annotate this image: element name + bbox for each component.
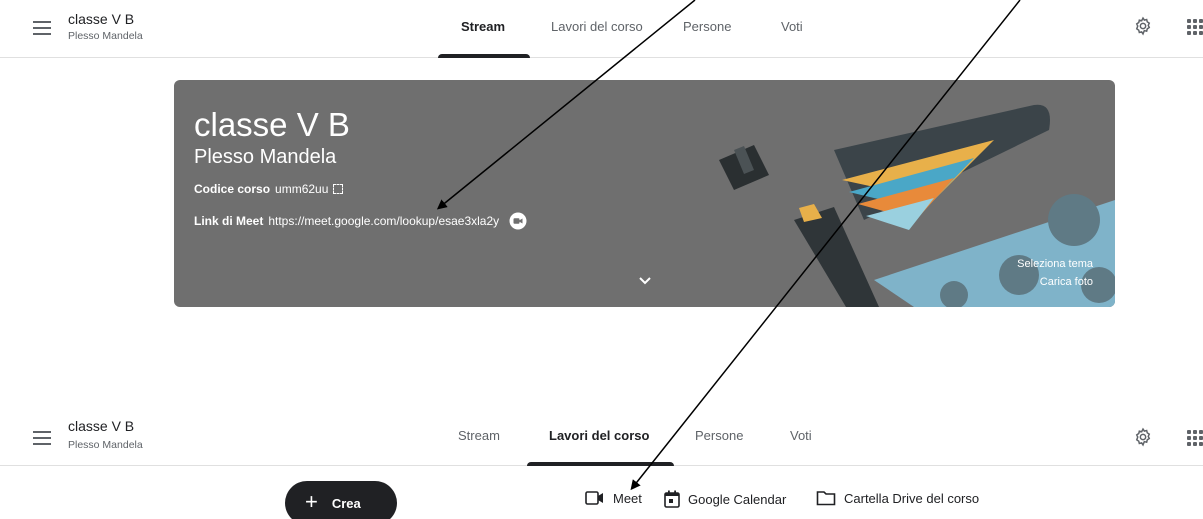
tab-lavori-del-corso[interactable]: Lavori del corso: [551, 19, 643, 34]
tab-stream[interactable]: Stream: [461, 19, 505, 34]
tab-voti[interactable]: Voti: [781, 19, 803, 34]
create-button-label: Crea: [331, 495, 361, 511]
class-code-label: Codice corso: [194, 182, 271, 196]
apps-grid-icon[interactable]: [1187, 430, 1203, 446]
folder-icon: [816, 491, 836, 506]
header-class-section: Plesso Mandela: [68, 30, 143, 42]
video-camera-icon[interactable]: [509, 212, 527, 230]
banner-class-title: classe V B: [194, 106, 350, 143]
select-theme-link[interactable]: Seleziona tema: [1017, 258, 1093, 270]
tab-persone[interactable]: Persone: [695, 428, 743, 443]
create-button[interactable]: + Crea: [285, 481, 397, 519]
header-class-section: Plesso Mandela: [68, 439, 143, 451]
meet-button[interactable]: Meet: [585, 490, 642, 506]
header-class-name[interactable]: classe V B: [68, 418, 134, 434]
google-calendar-label: Google Calendar: [688, 491, 787, 507]
google-calendar-button[interactable]: Google Calendar: [664, 490, 786, 508]
plus-icon: +: [305, 489, 318, 514]
drive-folder-label: Cartella Drive del corso: [844, 490, 980, 506]
header-class-name[interactable]: classe V B: [68, 11, 134, 27]
top-header-classwork: classe V B Plesso Mandela Stream Lavori …: [0, 406, 1203, 466]
meet-button-label: Meet: [613, 490, 642, 506]
class-code-value: umm62uu: [275, 182, 329, 196]
expand-icon[interactable]: [333, 184, 344, 194]
class-code-row: Codice corso umm62uu: [194, 182, 344, 196]
gear-icon[interactable]: [1133, 16, 1153, 36]
meet-link-label: Link di Meet: [194, 214, 264, 228]
menu-icon[interactable]: [33, 431, 51, 445]
meet-link-url[interactable]: https://meet.google.com/lookup/esae3xla2…: [268, 214, 499, 228]
chevron-down-icon[interactable]: [638, 276, 652, 286]
class-banner: classe V B Plesso Mandela Codice corso u…: [174, 80, 1115, 307]
drive-folder-button[interactable]: Cartella Drive del corso: [816, 490, 979, 506]
tab-voti[interactable]: Voti: [790, 428, 812, 443]
calendar-icon: [664, 490, 680, 508]
active-tab-indicator: [438, 54, 530, 58]
video-camera-icon: [585, 491, 603, 505]
upload-photo-link[interactable]: Carica foto: [1040, 276, 1093, 288]
tab-lavori-del-corso[interactable]: Lavori del corso: [549, 428, 649, 443]
gear-icon[interactable]: [1133, 427, 1153, 447]
apps-grid-icon[interactable]: [1187, 19, 1203, 35]
menu-icon[interactable]: [33, 21, 51, 35]
banner-class-section: Plesso Mandela: [194, 146, 337, 168]
tab-stream[interactable]: Stream: [458, 428, 500, 443]
top-header-stream: classe V B Plesso Mandela Stream Lavori …: [0, 0, 1203, 58]
tab-persone[interactable]: Persone: [683, 19, 731, 34]
active-tab-indicator: [527, 462, 674, 466]
meet-link-row: Link di Meet https://meet.google.com/loo…: [194, 212, 527, 230]
